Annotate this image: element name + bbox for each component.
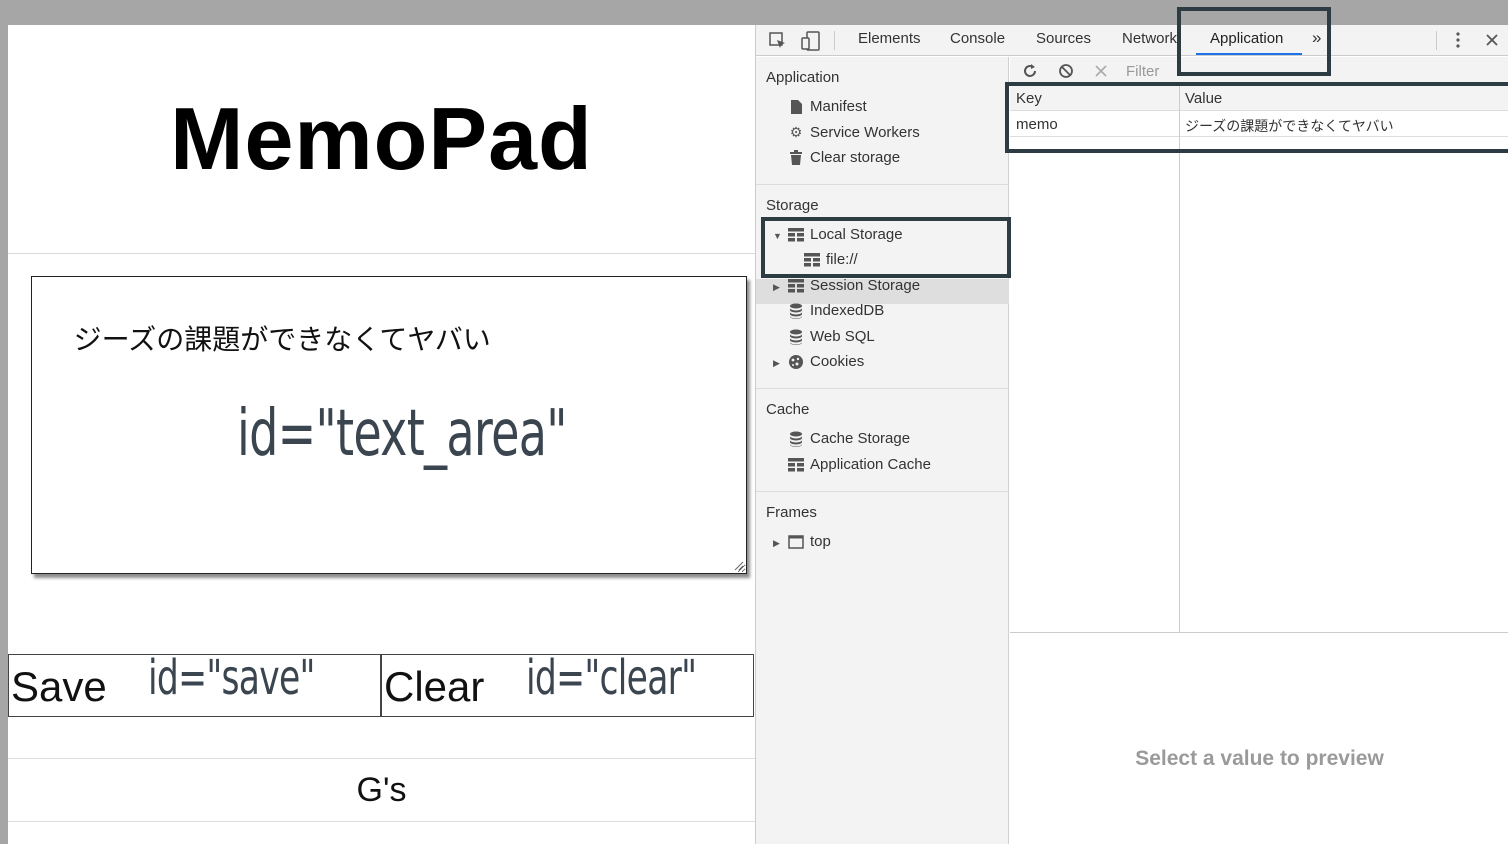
table-grid-icon <box>788 278 804 292</box>
button-row: Save id="save" Clear id="clear" <box>8 650 755 717</box>
memo-text-value: ジーズの課題ができなくてヤバい <box>73 323 491 356</box>
sidebar-item-frame-top[interactable]: top <box>788 533 831 550</box>
gear-icon: ⚙ <box>789 124 803 140</box>
collapsed-triangle-icon[interactable]: ▶ <box>773 282 780 293</box>
sidebar-item-label: Cache Storage <box>810 430 911 447</box>
database-icon <box>790 329 802 345</box>
inspect-element-icon[interactable] <box>768 31 788 51</box>
page-footer: G's <box>356 770 407 809</box>
save-id-annotation: id="save" <box>148 650 315 706</box>
highlight-box-kv-table <box>1005 82 1508 153</box>
sidebar-item-cache-storage[interactable]: Cache Storage <box>788 430 910 447</box>
sidebar-item-label: IndexedDB <box>810 302 885 319</box>
highlight-box-application-tab <box>1177 7 1331 76</box>
memopad-page: MemoPad ジーズの課題ができなくてヤバい id="text_area" S… <box>8 25 755 844</box>
device-toolbar-icon[interactable] <box>800 30 822 52</box>
collapsed-triangle-icon[interactable]: ▶ <box>773 538 780 549</box>
clear-button-label: Clear <box>384 663 485 710</box>
file-icon <box>791 99 802 114</box>
footer-divider-bottom <box>8 821 755 822</box>
trash-icon <box>790 149 802 165</box>
frame-window-icon <box>788 534 804 549</box>
sidebar-item-label: Cookies <box>810 353 865 370</box>
page-title: MemoPad <box>170 89 593 188</box>
sidebar-item-label: top <box>810 533 831 550</box>
sidebar-separator <box>756 491 1009 492</box>
resize-grip-icon[interactable] <box>734 561 744 571</box>
sidebar-item-label: Service Workers <box>810 124 920 141</box>
storage-main-panel: Key Value memo ジーズの課題ができなくてヤバい Select a … <box>1010 57 1508 844</box>
database-icon <box>790 431 802 447</box>
sidebar-item-clear-storage[interactable]: Clear storage <box>788 149 900 166</box>
sidebar-item-label: Clear storage <box>810 149 901 166</box>
sidebar-item-service-workers[interactable]: ⚙ Service Workers <box>788 124 920 141</box>
sidebar-item-label: Application Cache <box>810 456 931 473</box>
table-bottom-border <box>1010 632 1508 633</box>
sidebar-item-application-cache[interactable]: Application Cache <box>788 456 931 473</box>
title-divider <box>8 253 755 254</box>
text-area-id-annotation: id="text_area" <box>237 397 567 471</box>
delete-selected-icon[interactable] <box>1094 64 1108 78</box>
kebab-menu-icon[interactable] <box>1452 30 1464 50</box>
refresh-icon[interactable] <box>1022 63 1038 79</box>
collapsed-triangle-icon[interactable]: ▶ <box>773 358 780 369</box>
application-sidebar: Application Manifest ⚙ Service Workers C… <box>756 57 1009 844</box>
sidebar-header-application: Application <box>766 69 840 86</box>
devtools-panel: Elements Console Sources Network Applica… <box>755 7 1508 844</box>
database-icon <box>790 303 802 319</box>
cookie-icon <box>789 354 803 369</box>
sidebar-item-label: Web SQL <box>810 328 875 345</box>
sidebar-item-cookies[interactable]: Cookies <box>788 353 864 370</box>
sidebar-item-indexeddb[interactable]: IndexedDB <box>788 302 884 319</box>
devtools-toolbar: Elements Console Sources Network Applica… <box>756 25 1508 56</box>
sidebar-header-storage: Storage <box>766 197 819 214</box>
clear-all-icon[interactable] <box>1058 63 1074 79</box>
sidebar-header-frames: Frames <box>766 504 817 521</box>
save-button[interactable]: Save id="save" <box>8 650 381 717</box>
highlight-box-local-storage <box>761 217 1011 278</box>
sidebar-item-manifest[interactable]: Manifest <box>788 98 867 115</box>
column-divider <box>1179 86 1180 632</box>
sidebar-separator <box>756 184 1009 185</box>
tab-sources[interactable]: Sources <box>1036 30 1091 47</box>
sidebar-item-label: Session Storage <box>810 277 921 294</box>
toolbar-separator <box>834 31 835 50</box>
preview-placeholder: Select a value to preview <box>1135 747 1384 770</box>
sidebar-header-cache: Cache <box>766 401 810 418</box>
sidebar-item-label: Manifest <box>810 98 867 115</box>
sidebar-separator <box>756 388 1009 389</box>
clear-button[interactable]: Clear id="clear" <box>381 650 754 717</box>
save-button-label: Save <box>11 663 107 710</box>
table-grid-icon <box>788 457 804 471</box>
toolbar-separator-right <box>1436 31 1437 50</box>
sidebar-item-session-storage[interactable]: Session Storage <box>788 277 920 294</box>
tab-elements[interactable]: Elements <box>858 30 921 47</box>
close-icon[interactable] <box>1484 32 1500 48</box>
tab-console[interactable]: Console <box>950 30 1005 47</box>
tab-network[interactable]: Network <box>1122 30 1180 47</box>
sidebar-item-web-sql[interactable]: Web SQL <box>788 328 875 345</box>
clear-id-annotation: id="clear" <box>526 650 697 706</box>
